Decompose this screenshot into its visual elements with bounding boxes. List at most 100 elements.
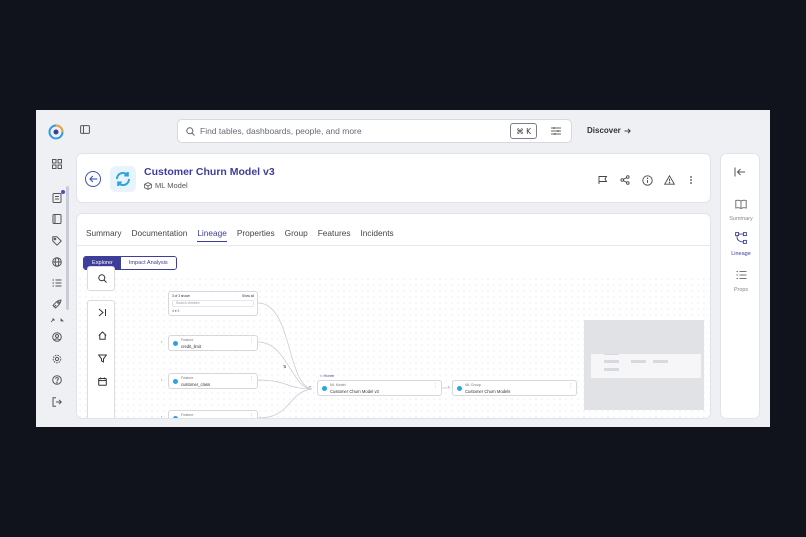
group-node[interactable]: ML Group Customer Churn Models ⋮ <box>452 380 577 396</box>
collapse-all-icon[interactable] <box>88 301 116 324</box>
home-badge-label: Home <box>323 373 335 378</box>
discover-label: Discover <box>587 126 621 135</box>
more-vertical-icon[interactable] <box>684 173 698 187</box>
node-type: Feature <box>181 413 194 417</box>
rocket-icon[interactable] <box>50 297 64 311</box>
canvas-tools <box>87 300 116 418</box>
group-icon <box>457 386 462 391</box>
node-menu-icon[interactable]: ⋮ <box>433 383 438 389</box>
node-name: credit_limit <box>181 344 202 349</box>
feature-node[interactable]: Feature customer_class ⋮ <box>168 373 258 389</box>
sidebar-toggle-icon[interactable] <box>80 125 90 134</box>
panel-lineage-tab[interactable]: Lineage <box>721 231 761 257</box>
node-menu-icon[interactable]: ⋮ <box>249 376 254 382</box>
tag-icon[interactable] <box>50 234 64 248</box>
model-node[interactable]: ML Model Customer Churn Model v3 ⋮ <box>317 380 442 396</box>
info-icon[interactable] <box>640 173 654 187</box>
shortcut-badge: ⌘ K <box>510 123 537 139</box>
expand-downstream-icon[interactable]: ‹ <box>448 384 449 389</box>
entity-type: ML Model <box>144 181 188 190</box>
node-name: Customer Churn Model v3 <box>330 389 379 394</box>
model-icon <box>322 386 327 391</box>
glossary-icon[interactable] <box>50 212 64 226</box>
entity-header-card: Customer Churn Model v3 ML Model <box>76 153 711 203</box>
node-type: ML Model <box>330 383 346 387</box>
feature-icon <box>173 416 178 418</box>
warning-icon[interactable] <box>662 173 676 187</box>
calendar-icon[interactable] <box>88 370 116 393</box>
expand-upstream-icon[interactable]: ‹ <box>161 377 162 382</box>
search-filter-icon[interactable] <box>549 124 563 138</box>
home-grid-icon[interactable] <box>50 157 64 171</box>
feature-icon <box>173 341 178 346</box>
home-icon[interactable] <box>88 324 116 347</box>
book-icon <box>735 198 747 210</box>
app-window: Find tables, dashboards, people, and mor… <box>36 110 770 427</box>
share-icon[interactable] <box>618 173 632 187</box>
home-badge: ⌂ Home <box>320 373 335 378</box>
entity-content-card: Summary Documentation Lineage Properties… <box>76 213 711 419</box>
feature-icon <box>173 379 178 384</box>
search-input[interactable]: Find tables, dashboards, people, and mor… <box>200 126 362 136</box>
more-nav-icon[interactable] <box>50 316 64 324</box>
header-actions <box>596 173 698 187</box>
panel-props-label: Props <box>733 287 749 293</box>
global-search-bar[interactable]: Find tables, dashboards, people, and mor… <box>177 119 572 143</box>
settings-gear-icon[interactable] <box>50 352 64 366</box>
expand-upstream-icon[interactable]: ‹ <box>161 339 162 344</box>
node-menu-icon[interactable]: ⋮ <box>568 383 573 389</box>
panel-lineage-label: Lineage <box>731 251 751 257</box>
tab-group[interactable]: Group <box>285 228 308 242</box>
lineage-search-node: 3 of 3 shown Show all Search children 4 … <box>168 291 258 316</box>
tab-documentation[interactable]: Documentation <box>132 228 188 242</box>
filter-icon[interactable] <box>88 347 116 370</box>
show-all-link[interactable]: Show all <box>242 294 254 298</box>
tab-properties[interactable]: Properties <box>237 228 275 242</box>
tab-summary[interactable]: Summary <box>86 228 122 242</box>
entity-type-label: ML Model <box>155 181 188 190</box>
notification-dot <box>61 190 65 194</box>
entity-title: Customer Churn Model v3 <box>144 166 275 178</box>
right-side-panel: Summary Lineage Props <box>720 153 760 419</box>
node-menu-icon[interactable]: ⋮ <box>249 413 254 418</box>
entity-tabs: Summary Documentation Lineage Properties… <box>86 228 404 242</box>
back-button[interactable] <box>85 171 101 187</box>
list-icon[interactable] <box>50 276 64 290</box>
canvas-search-icon[interactable] <box>88 267 116 290</box>
cube-icon <box>144 181 152 190</box>
lineage-icon <box>735 232 747 244</box>
panel-summary-tab[interactable]: Summary <box>721 196 761 222</box>
globe-icon[interactable] <box>50 255 64 269</box>
arrow-right-icon <box>624 127 631 134</box>
lineage-canvas[interactable]: 3 of 3 shown Show all Search children 4 … <box>77 266 710 418</box>
node-type: Feature <box>181 376 194 380</box>
feature-node[interactable]: Feature credit_limit ⋮ <box>168 335 258 351</box>
search-children-input[interactable]: Search children <box>172 300 254 307</box>
node-menu-icon[interactable]: ⋮ <box>249 338 254 344</box>
discover-link[interactable]: Discover <box>587 126 631 135</box>
tab-incidents[interactable]: Incidents <box>360 228 393 242</box>
edge-count-icon: ⇅ <box>283 364 287 369</box>
expand-upstream-icon[interactable]: ‹ <box>161 414 162 418</box>
collapse-panel-icon[interactable] <box>734 167 746 177</box>
tasks-icon[interactable] <box>50 190 65 205</box>
nav-scrollbar[interactable] <box>66 186 69 310</box>
collapse-icon[interactable]: » <box>309 384 311 389</box>
flag-icon[interactable] <box>596 173 610 187</box>
user-circle-icon[interactable] <box>50 330 64 344</box>
node-name: customer_class <box>181 382 211 387</box>
logout-icon[interactable] <box>50 395 64 409</box>
tab-lineage[interactable]: Lineage <box>197 228 227 242</box>
feature-node[interactable]: Feature customer_since ⋮ <box>168 410 258 418</box>
tab-features[interactable]: Features <box>318 228 351 242</box>
help-icon[interactable] <box>50 373 64 387</box>
arrow-left-icon <box>88 175 97 183</box>
list-icon <box>735 269 747 281</box>
lineage-minimap[interactable] <box>584 320 704 410</box>
impact-analysis-button[interactable]: Impact Analysis <box>120 257 176 269</box>
panel-props-tab[interactable]: Props <box>721 267 761 293</box>
filter-toggle[interactable]: 4 ▾ 2 <box>172 309 179 313</box>
tab-divider <box>77 245 710 246</box>
panel-summary-label: Summary <box>729 216 753 222</box>
app-logo[interactable] <box>48 124 64 140</box>
